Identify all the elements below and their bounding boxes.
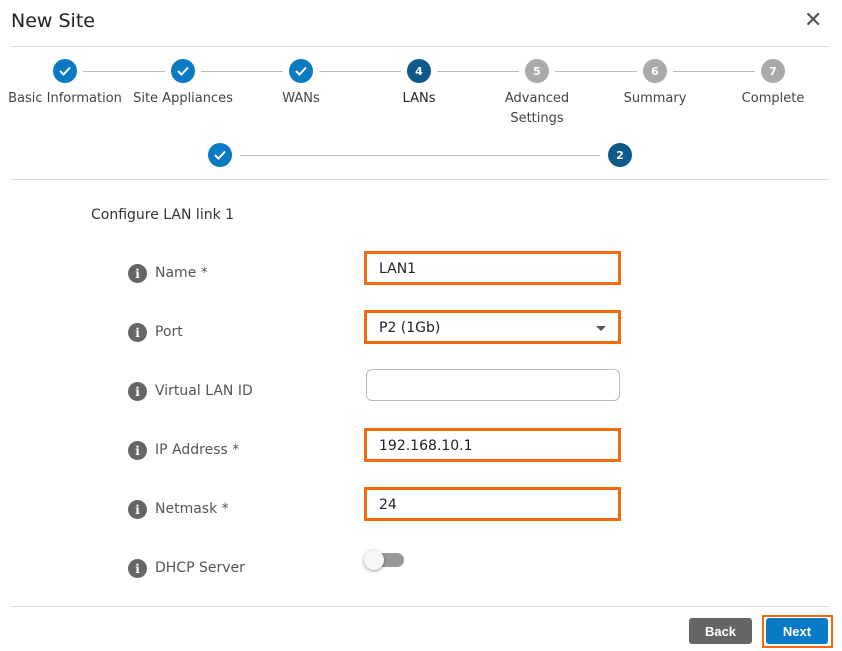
step-1-indicator [53,59,77,83]
netmask-input[interactable]: 24 [364,487,621,521]
divider [11,179,829,180]
step-7-indicator: 7 [761,59,785,83]
step-label: Site Appliances [133,91,233,106]
field-label: IP Address * [155,442,240,458]
step-connector [673,71,755,72]
step-connector [555,71,637,72]
step-3-indicator [289,59,313,83]
step-connector [319,71,401,72]
substep-connector [240,155,600,156]
close-icon[interactable]: ✕ [804,8,822,33]
section-title: Configure LAN link 1 [91,207,235,223]
step-connector [83,71,165,72]
info-icon[interactable]: i [128,559,147,578]
virtual-lan-id-input[interactable] [366,369,620,401]
info-icon[interactable]: i [128,382,147,401]
field-label: Name * [155,265,208,281]
step-6-indicator: 6 [643,59,667,83]
step-connector [437,71,519,72]
check-icon [214,150,226,160]
chevron-down-icon [596,326,606,331]
field-label: Netmask * [155,501,229,517]
check-icon [59,66,71,76]
substep-1-indicator [208,143,232,167]
step-label: Summary [623,91,687,106]
info-icon[interactable]: i [128,500,147,519]
field-value: P2 (1Gb) [379,320,441,336]
step-label: LANs [402,91,436,106]
info-icon[interactable]: i [128,323,147,342]
substep-2-indicator: 2 [608,143,632,167]
field-value: LAN1 [379,261,417,277]
step-connector [201,71,283,72]
step-4-indicator: 4 [407,59,431,83]
field-label: Port [155,324,183,340]
next-button[interactable]: Next [766,618,828,644]
check-icon [295,66,307,76]
step-2-indicator [171,59,195,83]
dialog-title: New Site [11,10,95,32]
name-input[interactable]: LAN1 [364,251,621,285]
ip-address-input[interactable]: 192.168.10.1 [364,428,621,462]
step-label: Advanced Settings [504,91,570,126]
step-label: WANs [282,91,320,106]
field-label: Virtual LAN ID [155,383,253,399]
step-label: Complete [741,91,805,106]
toggle-knob [364,550,384,570]
back-button[interactable]: Back [689,618,752,644]
check-icon [177,66,189,76]
field-label: DHCP Server [155,560,245,576]
divider [11,606,829,607]
info-icon[interactable]: i [128,264,147,283]
info-icon[interactable]: i [128,441,147,460]
step-label: Basic Information [8,91,122,106]
port-select[interactable]: P2 (1Gb) [364,310,621,344]
dhcp-server-toggle[interactable] [364,550,404,570]
field-value: 192.168.10.1 [379,438,473,454]
field-value: 24 [379,497,397,513]
divider [11,46,829,47]
step-5-indicator: 5 [525,59,549,83]
